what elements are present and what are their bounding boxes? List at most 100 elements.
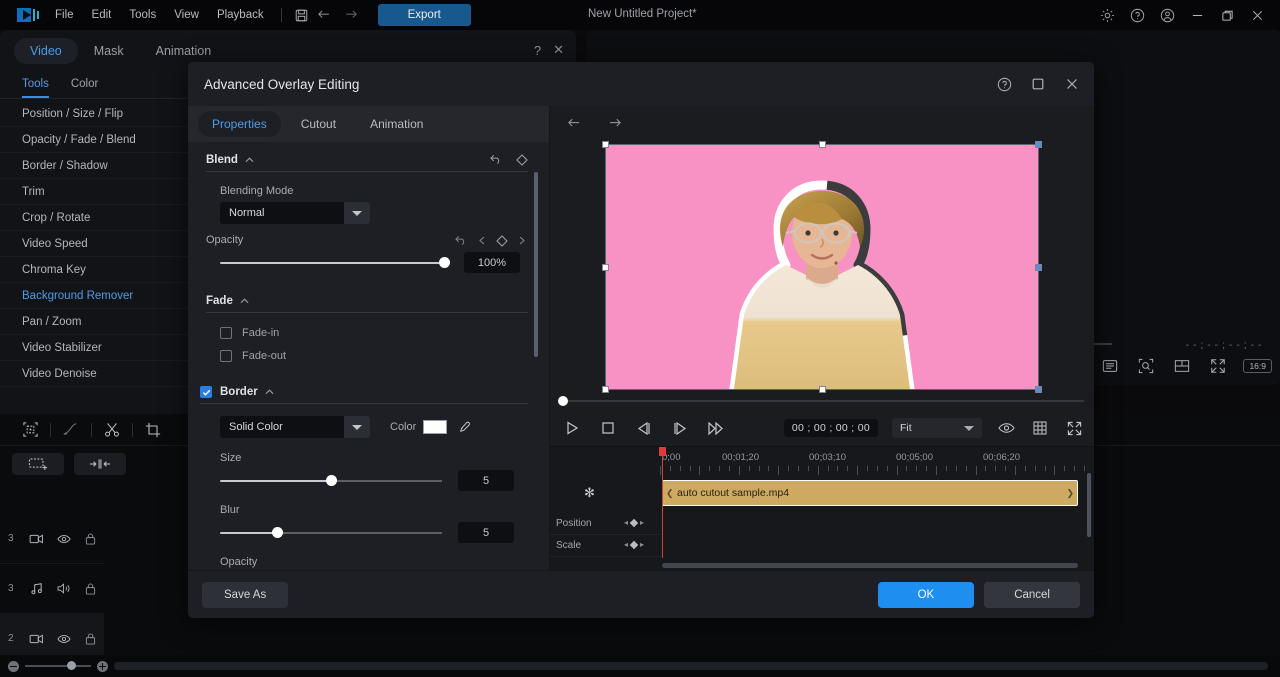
fade-out-row[interactable]: Fade-out: [220, 350, 550, 362]
previous-keyframe-icon[interactable]: [475, 234, 488, 247]
border-blur-slider[interactable]: [220, 532, 442, 534]
previous-keyframe-icon[interactable]: ◂: [624, 518, 628, 527]
redo-icon[interactable]: [338, 4, 362, 26]
close-icon[interactable]: [1244, 4, 1270, 26]
dialog-track-row-position[interactable]: Position ◂ ▸: [550, 513, 660, 535]
menu-item-view[interactable]: View: [165, 5, 208, 25]
blending-mode-select[interactable]: Normal: [220, 202, 370, 224]
save-icon[interactable]: [290, 4, 314, 26]
keyframe-diamond-icon[interactable]: [495, 234, 508, 247]
border-blur-value[interactable]: 5: [458, 522, 514, 543]
dialog-timeline-clip[interactable]: ❮ auto cutout sample.mp4 ❯: [662, 480, 1078, 506]
zoom-slider-knob[interactable]: [67, 661, 76, 670]
grid-icon[interactable]: [1030, 418, 1050, 438]
chevron-up-icon[interactable]: [240, 298, 249, 304]
next-keyframe-icon[interactable]: ▸: [640, 518, 644, 527]
keyframe-diamond-icon[interactable]: [630, 518, 638, 526]
minimize-icon[interactable]: [1184, 4, 1210, 26]
track-header[interactable]: 3: [0, 564, 104, 614]
zoom-out-icon[interactable]: [8, 661, 19, 672]
clip-trim-left-handle[interactable]: ❮: [666, 488, 674, 499]
restore-icon[interactable]: [1214, 4, 1240, 26]
preview-scrubber[interactable]: [560, 400, 1084, 402]
gear-icon[interactable]: [1094, 4, 1120, 26]
resize-handle-bottom-center[interactable]: [819, 386, 826, 393]
resize-handle-bottom-left[interactable]: [602, 386, 609, 393]
track-header[interactable]: 3: [0, 514, 104, 564]
menu-item-tools[interactable]: Tools: [120, 5, 165, 25]
keyframe-diamond-icon[interactable]: [515, 153, 528, 166]
timeline-zoom-slider[interactable]: [25, 665, 91, 667]
clip-trim-right-handle[interactable]: ❯: [1066, 488, 1074, 499]
dialog-help-icon[interactable]: [992, 72, 1016, 96]
save-as-button[interactable]: Save As: [202, 582, 288, 608]
menu-item-file[interactable]: File: [46, 5, 83, 25]
preview-scrubber-knob[interactable]: [558, 396, 568, 406]
menu-item-edit[interactable]: Edit: [83, 5, 121, 25]
select-tool-icon[interactable]: [10, 415, 50, 445]
preview-canvas[interactable]: [605, 144, 1039, 390]
keyframe-controls[interactable]: ◂ ▸: [624, 518, 644, 527]
fast-forward-icon[interactable]: [706, 418, 726, 438]
fade-out-checkbox[interactable]: [220, 350, 232, 362]
resize-handle-top-left[interactable]: [602, 141, 609, 148]
border-enable-checkbox[interactable]: [200, 386, 212, 398]
fade-in-checkbox[interactable]: [220, 327, 232, 339]
visibility-icon[interactable]: [996, 418, 1016, 438]
ok-button[interactable]: OK: [878, 582, 975, 608]
blend-opacity-value[interactable]: 100%: [464, 252, 520, 273]
chevron-down-icon[interactable]: [344, 202, 370, 224]
chevron-down-icon[interactable]: [964, 426, 974, 431]
marker-pen-icon[interactable]: [51, 415, 91, 445]
eye-icon[interactable]: [50, 634, 77, 644]
fit-timeline-icon[interactable]: [74, 453, 126, 475]
fade-in-row[interactable]: Fade-in: [220, 327, 550, 339]
cancel-button[interactable]: Cancel: [984, 582, 1080, 608]
resize-handle-bottom-right[interactable]: [1035, 386, 1042, 393]
properties-scrollbar[interactable]: [534, 172, 538, 357]
effect-track-icon[interactable]: ✻: [584, 485, 595, 501]
tab-mask[interactable]: Mask: [78, 38, 140, 64]
preview-progress-slider[interactable]: [1092, 343, 1112, 345]
dialog-timeline-vscrollbar[interactable]: [1087, 473, 1091, 537]
eyedropper-icon[interactable]: [457, 420, 471, 434]
export-button[interactable]: Export: [378, 4, 471, 26]
border-size-value[interactable]: 5: [458, 470, 514, 491]
properties-scroll-area[interactable]: Blend Blending Mod: [188, 142, 550, 570]
aspect-ratio-badge[interactable]: 16:9: [1243, 359, 1272, 373]
crop-icon[interactable]: [133, 415, 173, 445]
reset-icon[interactable]: [490, 153, 503, 166]
slider-knob[interactable]: [272, 527, 283, 538]
keyframe-controls[interactable]: ◂ ▸: [624, 540, 644, 549]
stop-icon[interactable]: [598, 418, 618, 438]
chevron-up-icon[interactable]: [265, 389, 274, 395]
chevron-down-icon[interactable]: [344, 416, 370, 438]
subtab-color[interactable]: Color: [71, 78, 98, 98]
add-track-icon[interactable]: [12, 453, 64, 475]
border-type-select[interactable]: Solid Color: [220, 416, 370, 438]
tab-video[interactable]: Video: [14, 38, 78, 64]
slider-knob[interactable]: [439, 257, 450, 268]
previous-keyframe-icon[interactable]: ◂: [624, 540, 628, 549]
dialog-tab-cutout[interactable]: Cutout: [287, 111, 350, 137]
help-icon[interactable]: [1124, 4, 1150, 26]
previous-frame-icon[interactable]: [634, 418, 654, 438]
undo-icon[interactable]: [314, 4, 338, 26]
list-icon[interactable]: [1099, 355, 1121, 377]
dialog-timeline-ruler[interactable]: 0;00 00;01;20 00;03;10 00;05;00 00;06;20: [660, 447, 1094, 477]
fullscreen-icon[interactable]: [1207, 355, 1229, 377]
split-view-icon[interactable]: [1171, 355, 1193, 377]
lock-icon[interactable]: [77, 633, 104, 645]
resize-handle-middle-right[interactable]: [1035, 264, 1042, 271]
dialog-timeline-hscrollbar[interactable]: [662, 563, 1078, 568]
panel-close-icon[interactable]: ✕: [553, 42, 564, 58]
dialog-track-row-scale[interactable]: Scale ◂ ▸: [550, 535, 660, 557]
dialog-tab-properties[interactable]: Properties: [198, 111, 281, 137]
border-color-swatch[interactable]: [423, 420, 447, 434]
dialog-close-icon[interactable]: [1060, 72, 1084, 96]
dialog-maximize-icon[interactable]: [1026, 72, 1050, 96]
next-keyframe-icon[interactable]: ▸: [640, 540, 644, 549]
border-size-slider[interactable]: [220, 480, 442, 482]
eye-icon[interactable]: [50, 534, 77, 544]
slider-knob[interactable]: [326, 475, 337, 486]
